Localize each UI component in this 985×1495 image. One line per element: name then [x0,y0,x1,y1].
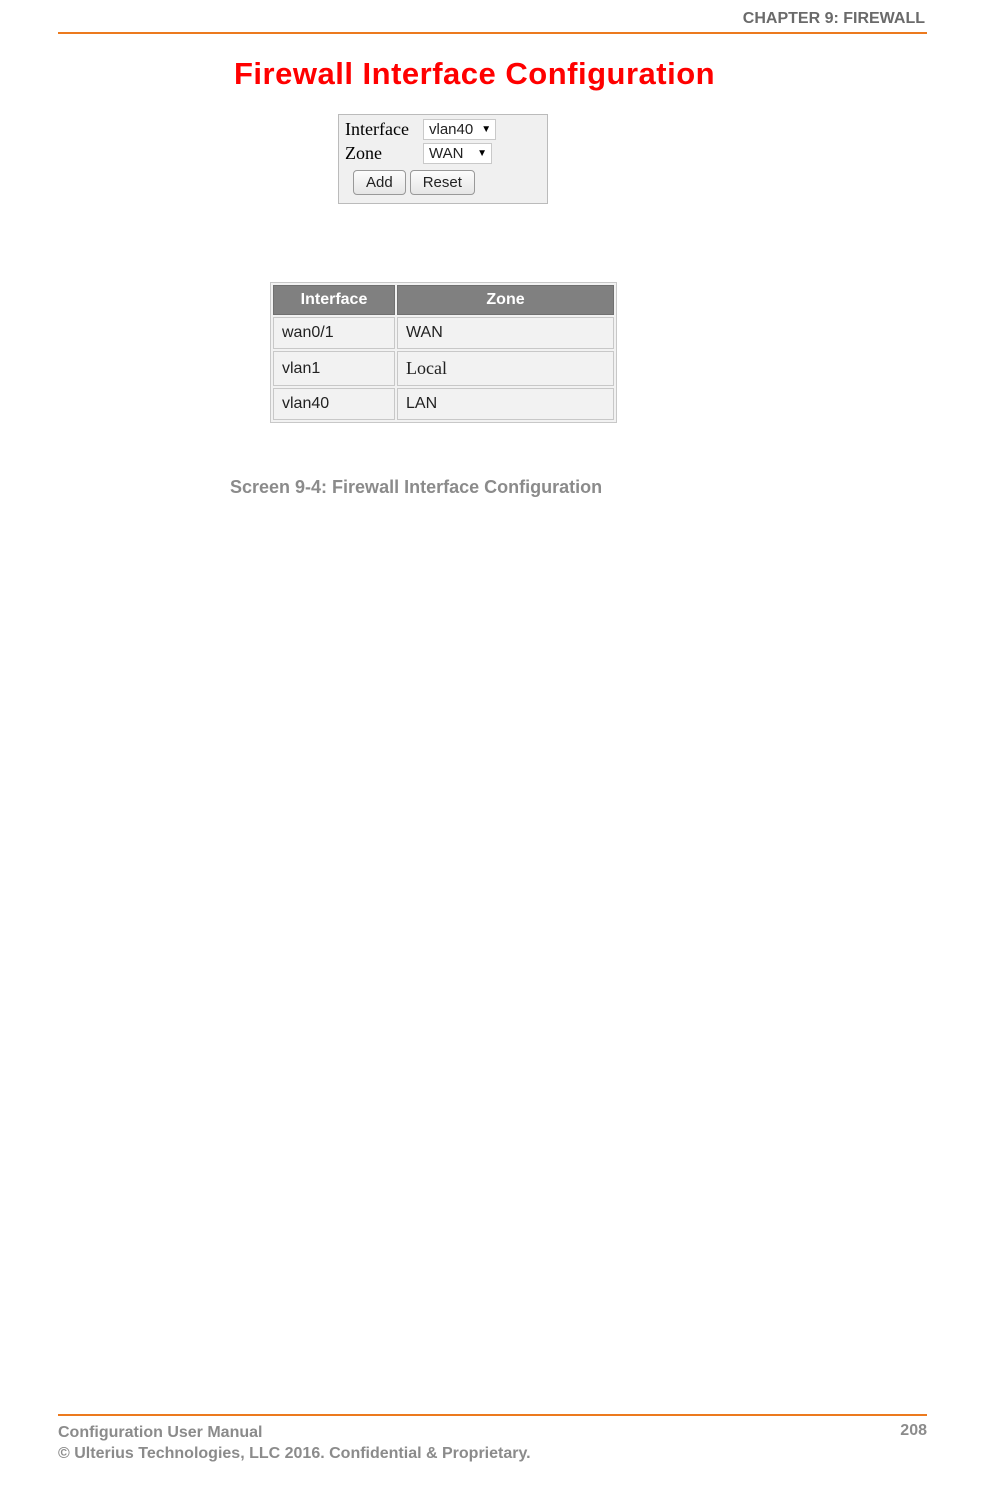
interface-select[interactable]: vlan40 ▼ [423,119,496,140]
zone-select-value: WAN [429,145,463,162]
page-footer: Configuration User Manual © Ulterius Tec… [58,1414,927,1465]
zone-select[interactable]: WAN ▼ [423,143,492,164]
table-row: vlan40 LAN [273,388,614,420]
interface-select-value: vlan40 [429,121,473,138]
cell-zone: WAN [397,317,614,349]
chevron-down-icon: ▼ [481,124,491,135]
col-zone: Zone [397,285,614,315]
cell-interface: vlan40 [273,388,395,420]
table-header-row: Interface Zone [273,285,614,315]
cell-zone: Local [397,351,614,386]
footer-divider [58,1414,927,1416]
footer-manual-title: Configuration User Manual [58,1422,531,1444]
reset-button[interactable]: Reset [410,170,475,195]
cell-interface: vlan1 [273,351,395,386]
col-interface: Interface [273,285,395,315]
figure-caption: Screen 9-4: Firewall Interface Configura… [230,477,927,498]
cell-interface: wan0/1 [273,317,395,349]
cell-zone: LAN [397,388,614,420]
zone-label: Zone [345,143,423,164]
chapter-header: CHAPTER 9: FIREWALL [58,10,927,28]
footer-copyright: © Ulterius Technologies, LLC 2016. Confi… [58,1443,531,1465]
table-row: vlan1 Local [273,351,614,386]
interface-config-form: Interface vlan40 ▼ Zone WAN ▼ Add Reset [338,114,548,204]
interface-zone-table: Interface Zone wan0/1 WAN vlan1 Local vl… [270,282,617,423]
add-button[interactable]: Add [353,170,406,195]
chevron-down-icon: ▼ [477,148,487,159]
page-number: 208 [900,1422,927,1440]
interface-label: Interface [345,119,423,140]
table-row: wan0/1 WAN [273,317,614,349]
page-title: Firewall Interface Configuration [234,56,927,92]
